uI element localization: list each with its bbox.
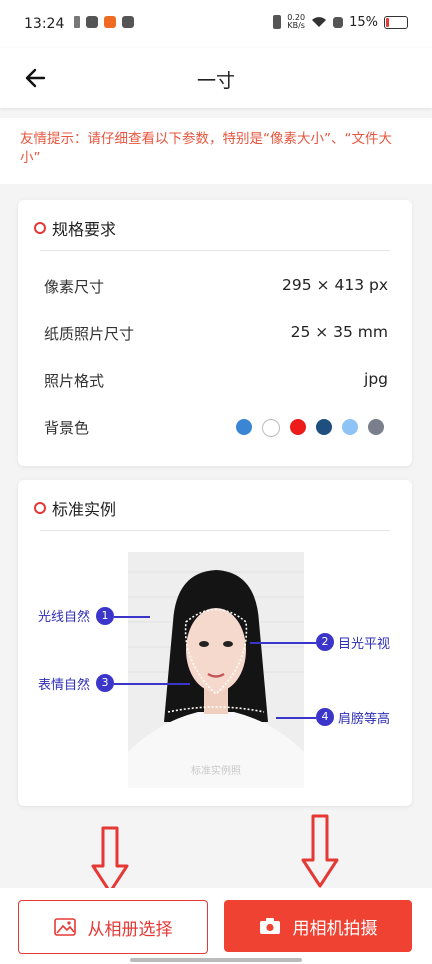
net-speed-unit: KB/s xyxy=(287,21,305,30)
vibrate-icon xyxy=(273,15,282,29)
example-card-header: 标准实例 xyxy=(34,496,116,520)
status-bar: 13:24 0.20 KB/s 15% xyxy=(0,0,432,48)
down-arrow-icon xyxy=(301,814,339,888)
app-notification-icon xyxy=(104,16,116,28)
spec-value: 295 × 413 px xyxy=(282,276,388,294)
divider xyxy=(40,250,390,251)
example-card-title: 标准实例 xyxy=(52,500,117,519)
bg-color-swatches xyxy=(236,419,384,437)
photo-watermark: 标准实例照 xyxy=(191,764,241,777)
example-card: 标准实例 标准实例照 光线自然 1 目光平视 2 表情自然 3 肩膀等高 4 xyxy=(18,480,412,806)
annotation-number-1: 1 xyxy=(96,607,114,625)
notice-banner: 友情提示：请仔细查看以下参数，特别是“像素大小”、“文件大小” xyxy=(0,118,432,184)
example-photo: 标准实例照 xyxy=(128,552,304,788)
annotation-line-1 xyxy=(114,616,150,618)
spec-row-pixel: 像素尺寸 295 × 413 px xyxy=(44,276,388,300)
section-ring-icon xyxy=(34,502,46,514)
spec-label: 背景色 xyxy=(44,419,90,437)
example-portrait: 标准实例照 xyxy=(128,552,304,788)
annotation-number-3: 3 xyxy=(96,674,114,692)
battery-icon xyxy=(384,15,408,29)
bg-color-swatch[interactable] xyxy=(316,419,332,435)
page-title: 一寸 xyxy=(196,70,235,92)
annotation-label-2: 目光平视 xyxy=(338,637,391,652)
annotation-label-4: 肩膀等高 xyxy=(338,712,391,727)
app-notification-icon xyxy=(122,16,134,28)
annotation-line-4 xyxy=(276,717,316,719)
bg-color-swatch[interactable] xyxy=(342,419,358,435)
spec-value: jpg xyxy=(364,370,388,388)
bg-color-swatch[interactable] xyxy=(236,419,252,435)
album-button-label: 从相册选择 xyxy=(87,919,173,940)
image-icon xyxy=(53,918,76,936)
annotation-line-2 xyxy=(250,642,316,644)
spec-row-paper: 纸质照片尺寸 25 × 35 mm xyxy=(44,323,388,347)
annotation-label-3: 表情自然 xyxy=(38,678,91,693)
section-ring-icon xyxy=(34,222,46,234)
divider xyxy=(40,530,390,531)
annotation-number-4: 4 xyxy=(316,708,334,726)
choose-from-album-button[interactable]: 从相册选择 xyxy=(18,900,208,954)
bg-color-swatch[interactable] xyxy=(290,419,306,435)
annotation-number-2: 2 xyxy=(316,633,334,651)
spec-label: 照片格式 xyxy=(44,372,105,390)
app-header: 一寸 xyxy=(0,48,432,108)
notification-icons xyxy=(74,16,134,28)
bg-color-swatch[interactable] xyxy=(368,419,384,435)
spec-card: 规格要求 像素尺寸 295 × 413 px 纸质照片尺寸 25 × 35 mm… xyxy=(18,200,412,466)
net-speed: 0.20 KB/s xyxy=(287,14,305,30)
battery-percent: 15% xyxy=(349,14,378,30)
down-arrow-icon xyxy=(91,826,129,894)
camera-button-label: 用相机拍摄 xyxy=(292,918,378,939)
spec-card-title: 规格要求 xyxy=(52,220,117,239)
bg-color-swatch[interactable] xyxy=(262,419,280,437)
bottom-bar: 从相册选择 用相机拍摄 xyxy=(0,888,432,964)
notice-text: 友情提示：请仔细查看以下参数，特别是“像素大小”、“文件大小” xyxy=(20,131,392,166)
app-notification-icon xyxy=(86,16,98,28)
take-photo-button[interactable]: 用相机拍摄 xyxy=(224,900,412,952)
annotation-label-1: 光线自然 xyxy=(38,610,91,625)
status-right: 0.20 KB/s 15% xyxy=(273,14,408,30)
spec-card-header: 规格要求 xyxy=(34,216,116,240)
wifi-icon xyxy=(312,17,327,27)
spec-row-format: 照片格式 jpg xyxy=(44,370,388,394)
spec-row-bgcolor: 背景色 xyxy=(44,417,388,441)
battery-saver-icon xyxy=(74,16,80,28)
camera-icon xyxy=(259,918,280,934)
spec-value: 25 × 35 mm xyxy=(290,323,388,341)
sim-icon xyxy=(333,16,344,28)
spec-label: 像素尺寸 xyxy=(44,278,105,296)
annotation-line-3 xyxy=(114,683,190,685)
home-indicator[interactable] xyxy=(130,958,302,962)
status-time: 13:24 xyxy=(24,16,65,32)
spec-label: 纸质照片尺寸 xyxy=(44,325,135,343)
